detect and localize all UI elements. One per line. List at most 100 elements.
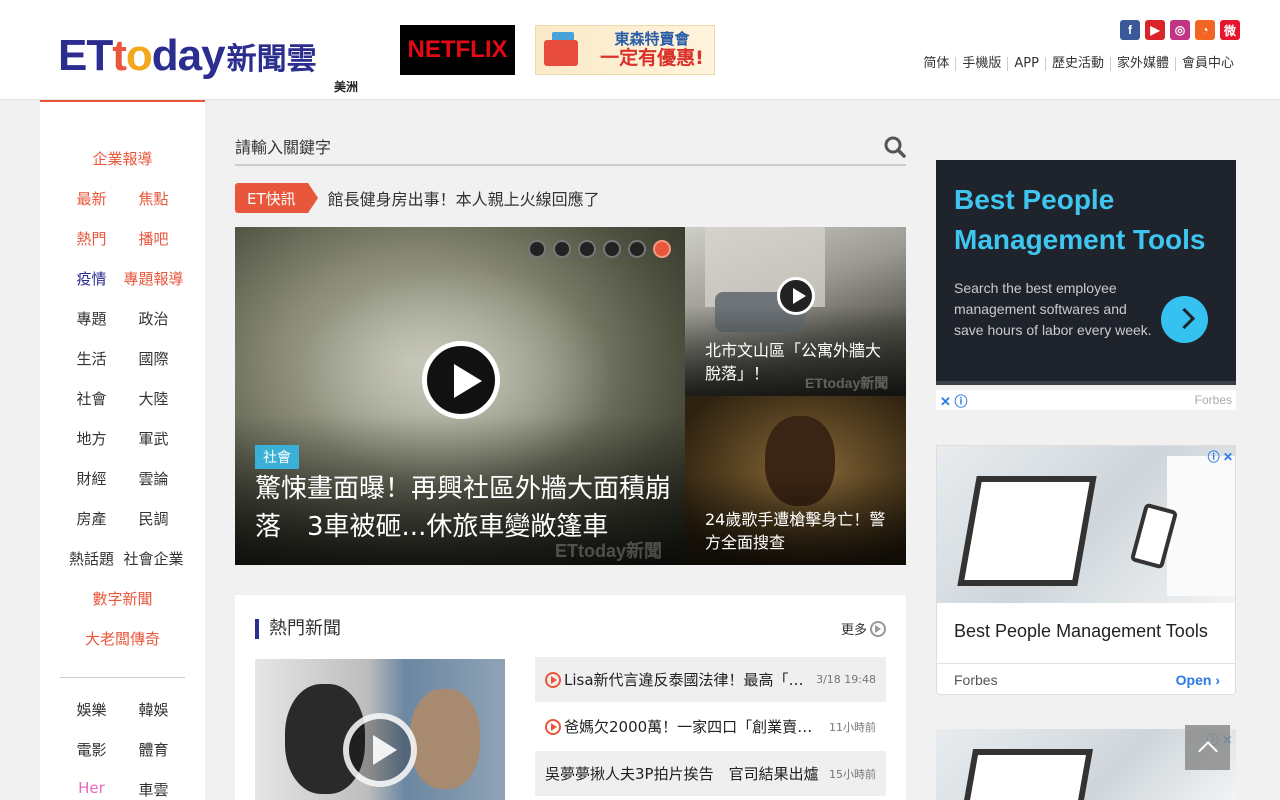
nav-row: 熱話題 社會企業 [40, 548, 205, 569]
instagram-icon[interactable]: ◎ [1170, 20, 1190, 40]
flash-headline[interactable]: 館長健身房出事！本人親上火線回應了 [328, 186, 600, 210]
rss-icon[interactable]: ◔ [1195, 20, 1215, 40]
topnav-item[interactable]: 會員中心 [1174, 57, 1240, 71]
hot-news-item[interactable]: 吳夢夢揪人夫3P拍片挨告 官司結果出爐 15小時前 [535, 751, 886, 796]
nav-item[interactable]: 播吧 [123, 228, 185, 249]
nav-item[interactable]: 軍武 [123, 428, 185, 449]
ad-choices-icon[interactable]: ⓘ ✕ [1208, 448, 1233, 465]
netflix-banner-ad[interactable]: NETFLIX [400, 25, 515, 75]
region-label[interactable]: 美洲 [334, 78, 358, 95]
nav-row: 娛樂 韓娛 [40, 699, 205, 720]
nav-item[interactable]: 大老闆傳奇 [63, 628, 183, 649]
topnav-item[interactable]: APP [1007, 57, 1045, 71]
nav-row: 企業報導 [40, 148, 205, 169]
nav-item[interactable]: 韓娛 [123, 699, 185, 720]
carousel-dot[interactable] [603, 240, 621, 258]
nav-item[interactable]: 最新 [61, 188, 123, 209]
nav-row: 電影 體育 [40, 739, 205, 760]
social-links: f ▶ ◎ ◔ 微 [1120, 20, 1240, 40]
nav-row: 最新 焦點 [40, 188, 205, 209]
nav-item[interactable]: 專題 [61, 308, 123, 329]
nav-row: 專題 政治 [40, 308, 205, 329]
nav-item[interactable]: 社會企業 [123, 548, 185, 569]
nav-item[interactable]: 國際 [123, 348, 185, 369]
carousel-dot[interactable] [578, 240, 596, 258]
arrow-circle-icon [870, 620, 886, 637]
chevron-right-icon[interactable] [1161, 296, 1208, 343]
nav-item[interactable]: 社會 [61, 388, 123, 409]
nav-item[interactable]: 電影 [61, 739, 123, 760]
carousel-dot[interactable] [653, 240, 671, 258]
ad-footer: Forbes Open › [937, 663, 1235, 694]
hot-news-headline: Lisa新代言違反泰國法律！最高「罰款」 [564, 671, 813, 689]
youtube-icon[interactable]: ▶ [1145, 20, 1165, 40]
top-navigation: 简体 手機版 APP 歷史活動 家外媒體 會員中心 [917, 57, 1240, 71]
site-logo[interactable]: ETtoday 新聞雲 [58, 22, 317, 78]
search-bar [235, 130, 906, 166]
nav-item[interactable]: 生活 [61, 348, 123, 369]
shopping-cart-icon [536, 26, 590, 74]
nav-item[interactable]: 焦點 [123, 188, 185, 209]
logo-wordmark: ETtoday [58, 31, 226, 80]
ad-image-laptop [958, 749, 1094, 800]
back-to-top-button[interactable] [1185, 725, 1230, 770]
topnav-item[interactable]: 歷史活動 [1044, 57, 1110, 71]
search-input[interactable] [235, 130, 855, 164]
nav-item[interactable]: 雲論 [123, 468, 185, 489]
nav-row: 地方 軍武 [40, 428, 205, 449]
nav-item[interactable]: 熱門 [61, 228, 123, 249]
search-icon[interactable] [884, 136, 906, 158]
side-story-2-title[interactable]: 24歲歌手遭槍擊身亡！警方全面搜查 [705, 508, 890, 554]
ad-choices-icon[interactable]: ✕ ⓘ [940, 391, 968, 410]
nav-item[interactable]: 企業報導 [63, 148, 183, 169]
hot-news-item[interactable]: Lisa新代言違反泰國法律！最高「罰款」 3/18 19:48 [535, 657, 886, 702]
nav-row: 疫情 專題報導 [40, 268, 205, 289]
hero-story[interactable]: 社會 驚悚畫面曝！再興社區外牆大面積崩落 3車被砸...休旅車變敞篷車 ETto… [235, 227, 685, 565]
more-link[interactable]: 更多 [841, 619, 886, 638]
play-icon[interactable] [777, 277, 815, 315]
nav-divider [60, 677, 185, 678]
weibo-icon[interactable]: 微 [1220, 20, 1240, 40]
nav-item[interactable]: 熱話題 [61, 548, 123, 569]
topnav-item[interactable]: 手機版 [955, 57, 1007, 71]
facebook-icon[interactable]: f [1120, 20, 1140, 40]
side-story-2[interactable]: 24歲歌手遭槍擊身亡！警方全面搜查 [685, 396, 906, 565]
nav-item[interactable]: 大陸 [123, 388, 185, 409]
nav-item[interactable]: 地方 [61, 428, 123, 449]
carousel-dot[interactable] [528, 240, 546, 258]
hot-news-item[interactable]: 爸媽欠2000萬！一家四口「創業賣麵」 11小時前 [535, 704, 886, 749]
nav-item[interactable]: Her [61, 779, 123, 800]
ad-open-button[interactable]: Open › [1176, 672, 1220, 688]
topnav-item[interactable]: 家外媒體 [1109, 57, 1175, 71]
ad-image-laptop [957, 476, 1097, 586]
site-header: ETtoday 新聞雲 美洲 NETFLIX 東森特賣會 一定有優惠! f ▶ ◎ ◔… [0, 0, 1280, 100]
nav-item[interactable]: 民調 [123, 508, 185, 529]
carousel-dot[interactable] [553, 240, 571, 258]
video-play-icon [545, 671, 561, 688]
hot-news-section: 熱門新聞 更多 Lisa新代言違反泰國法律！最高「罰款」 3/18 19:48 爸媽… [235, 595, 906, 800]
ad-source: Forbes [954, 672, 998, 688]
nav-item[interactable]: 體育 [123, 739, 185, 760]
hero-category-tag[interactable]: 社會 [255, 445, 299, 469]
topnav-item[interactable]: 简体 [917, 57, 955, 71]
nav-item[interactable]: 財經 [61, 468, 123, 489]
nav-item[interactable]: 疫情 [61, 268, 123, 289]
hot-news-thumbnail[interactable] [255, 659, 505, 800]
carousel-dot[interactable] [628, 240, 646, 258]
hot-news-time: 15小時前 [829, 767, 876, 781]
nav-item[interactable]: 政治 [123, 308, 185, 329]
promo-banner-ad[interactable]: 東森特賣會 一定有優惠! [535, 25, 715, 75]
hero-title[interactable]: 驚悚畫面曝！再興社區外牆大面積崩落 3車被砸...休旅車變敞篷車 [255, 470, 675, 546]
play-icon[interactable] [422, 341, 500, 419]
ad-banner-2[interactable]: ⓘ ✕ Best People Management Tools Forbes … [936, 445, 1236, 695]
et-flash-bar: ET快訊 館長健身房出事！本人親上火線回應了 [235, 182, 600, 214]
ad-image-sheet [1167, 456, 1235, 596]
nav-item[interactable]: 房產 [61, 508, 123, 529]
nav-item[interactable]: 車雲 [123, 779, 185, 800]
nav-item[interactable]: 娛樂 [61, 699, 123, 720]
ad-banner-1[interactable]: Best People Management Tools Search the … [936, 160, 1236, 385]
nav-item[interactable]: 專題報導 [123, 268, 185, 289]
play-icon[interactable] [343, 713, 417, 787]
nav-item[interactable]: 數字新聞 [63, 588, 183, 609]
side-story-1[interactable]: 北市文山區「公寓外牆大脫落」！ ETtoday新聞 [685, 227, 906, 396]
